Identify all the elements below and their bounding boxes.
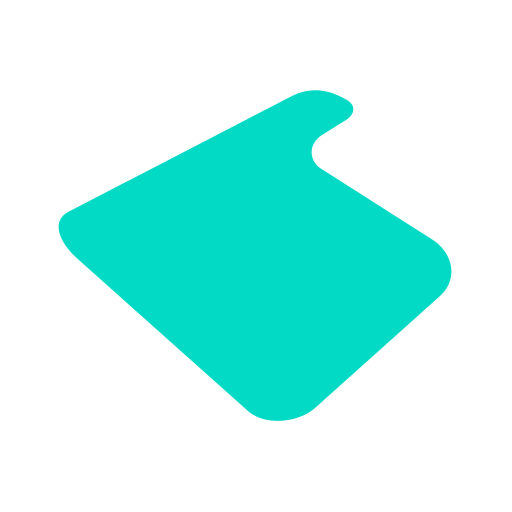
isometric-tile-graphic [58,90,452,421]
isometric-tile-icon [58,90,452,421]
canvas [0,0,512,512]
